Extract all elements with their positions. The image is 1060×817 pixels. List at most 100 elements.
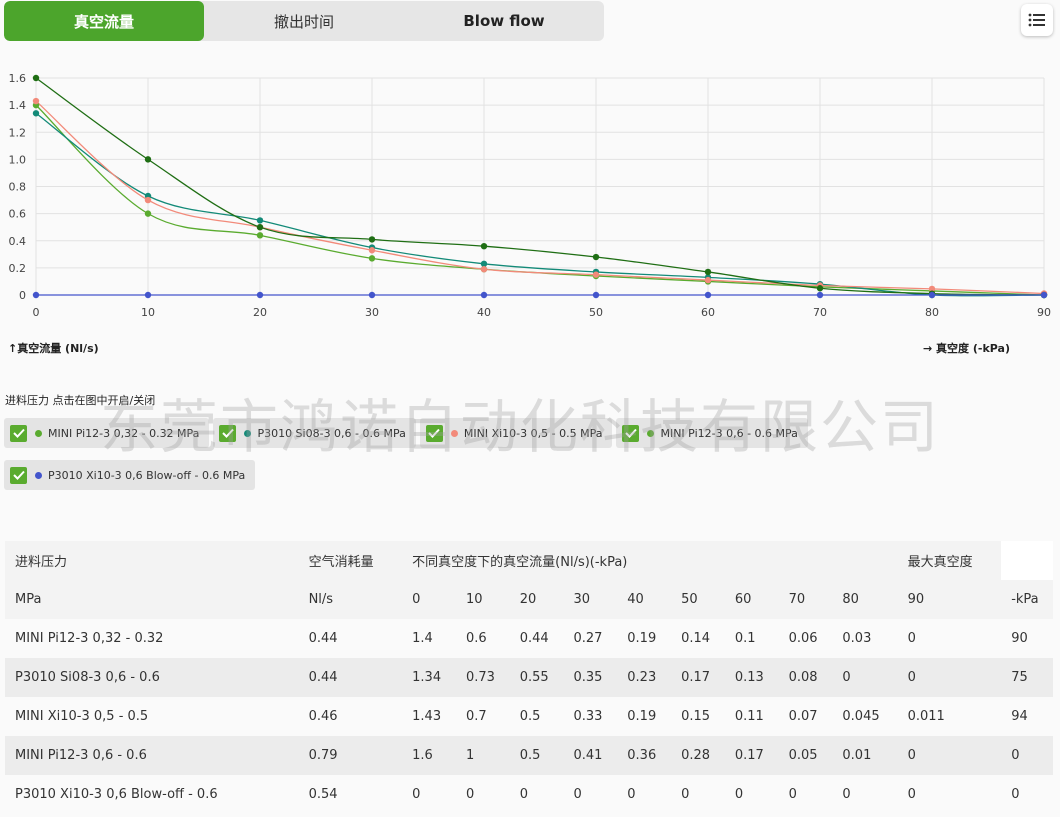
legend-item[interactable]: P3010 Xi10-3 0,6 Blow-off - 0.6 MPa — [4, 460, 256, 490]
checkbox-icon[interactable] — [425, 424, 443, 442]
y-tick-label: 1.0 — [9, 153, 27, 166]
table-cell: 0.41 — [573, 748, 603, 763]
series-line — [35, 104, 1045, 296]
x-tick-label: 10 — [141, 306, 155, 319]
series-color-dot — [244, 429, 252, 437]
legend-item[interactable]: MINI Pi12-3 0,32 - 0.32 MPa — [4, 418, 210, 448]
chart-menu-button[interactable] — [1021, 4, 1053, 36]
data-point — [592, 253, 600, 261]
table-unit-cell: 30 — [573, 592, 591, 607]
table-cell: 0.17 — [681, 670, 711, 685]
checkbox-icon[interactable] — [622, 424, 640, 442]
x-tick-label: 0 — [33, 306, 40, 319]
table-cell: P3010 Xi10-3 0,6 Blow-off - 0.6 — [15, 787, 218, 802]
table-cell: 0 — [907, 787, 916, 802]
legend-item[interactable]: MINI Xi10-3 0,5 - 0.5 MPa — [419, 418, 613, 448]
y-axis-label: ↑真空流量 (Nl/s) — [8, 342, 99, 355]
series-color-dot — [35, 471, 42, 479]
table-cell: 0.06 — [788, 631, 818, 646]
data-point — [704, 291, 712, 299]
data-point — [368, 291, 376, 299]
chart-legend: MINI Pi12-3 0,32 - 0.32 MPa P3010 Si08-3… — [4, 418, 884, 502]
checkbox-icon[interactable] — [219, 424, 237, 442]
legend-label: P3010 Xi10-3 0,6 Blow-off - 0.6 MPa — [48, 468, 246, 482]
table-cell: 1.34 — [412, 670, 442, 685]
tab-vacuum-flow[interactable]: 真空流量 — [4, 1, 204, 41]
table-cell: 0.79 — [308, 748, 338, 763]
table-row: MINI Xi10-3 0,5 - 0.5 0.46 1.43 0.7 0.5 0.33 0… — [5, 697, 1053, 736]
table-cell: MINI Pi12-3 0,32 - 0.32 — [15, 631, 164, 646]
x-tick-label: 60 — [701, 306, 715, 319]
table-cell: 1.4 — [412, 631, 433, 646]
data-point — [592, 271, 600, 278]
table-cell: 94 — [1011, 709, 1028, 724]
data-point — [144, 156, 152, 163]
x-tick-label: 70 — [813, 306, 827, 319]
x-tick-label: 80 — [925, 306, 939, 319]
col-header-pressure: 进料压力 — [15, 555, 68, 570]
x-axis-ticks: 0 10 20 30 40 50 60 70 80 90 — [33, 306, 1052, 319]
table-cell: 0.5 — [519, 748, 541, 763]
table-cell: 0 — [734, 787, 744, 802]
table-cell: 90 — [1011, 631, 1028, 646]
legend-label: MINI Pi12-3 0,32 - 0.32 MPa — [48, 426, 200, 440]
table-cell: 0 — [681, 787, 690, 802]
checkbox-icon[interactable] — [10, 466, 27, 484]
legend-title: 进料压力 点击在图中开启/关闭 — [5, 394, 156, 407]
legend-item[interactable]: P3010 Si08-3 0,6 - 0.6 MPa — [213, 418, 416, 448]
checkbox-icon[interactable] — [10, 424, 27, 442]
legend-item[interactable]: MINI Pi12-3 0,6 - 0.6 MPa — [616, 418, 808, 448]
table-cell: 0.73 — [465, 670, 495, 685]
col-header-blank — [1001, 541, 1053, 580]
table-cell: 0 — [627, 787, 636, 802]
x-tick-label: 90 — [1037, 306, 1051, 319]
tab-blow-flow[interactable]: Blow flow — [404, 1, 604, 41]
table-row: P3010 Si08-3 0,6 - 0.6 0.44 1.34 0.73 0.55 0.… — [5, 658, 1053, 697]
table-unit-cell: 10 — [465, 592, 483, 607]
table-cell: 0.44 — [308, 631, 338, 646]
data-point — [704, 276, 712, 284]
data-point — [480, 291, 488, 299]
legend-label: MINI Pi12-3 0,6 - 0.6 MPa — [660, 426, 798, 440]
data-point — [368, 236, 376, 243]
table-cell: 0.7 — [465, 709, 487, 724]
table-cell: P3010 Si08-3 0,6 - 0.6 — [15, 670, 160, 685]
series-line — [35, 100, 1045, 295]
data-point — [256, 232, 264, 239]
table-cell: 0 — [907, 748, 916, 763]
table-cell: 0.045 — [842, 709, 880, 724]
table-cell: 0 — [519, 787, 528, 802]
y-tick-label: 1.4 — [9, 99, 27, 112]
y-tick-label: 0 — [19, 289, 26, 302]
table-cell: 0 — [842, 670, 851, 685]
chart-tabs: 真空流量 撤出时间 Blow flow — [4, 1, 604, 41]
x-tick-label: 40 — [477, 306, 491, 319]
y-tick-label: 1.6 — [9, 72, 27, 85]
y-tick-label: 0.6 — [9, 208, 27, 221]
table-unit-cell: 40 — [627, 592, 644, 607]
data-point — [592, 291, 600, 299]
table-unit-row: MPa Nl/s 0 10 20 30 40 50 60 70 80 90 -kPa — [5, 580, 1053, 619]
tab-evacuation-time[interactable]: 撤出时间 — [204, 1, 404, 41]
data-point — [368, 255, 376, 262]
table-cell: 0.27 — [573, 631, 603, 646]
table-unit-cell: 70 — [788, 592, 806, 607]
data-point — [480, 266, 488, 273]
table-cell: 0 — [842, 787, 851, 802]
table-row: P3010 Xi10-3 0,6 Blow-off - 0.6 0.54 0 0 0 0 0… — [5, 775, 1053, 814]
col-header-flow-by-vacuum: 不同真空度下的真空流量(Nl/s)(-kPa) — [412, 555, 628, 570]
table-unit-cell: Nl/s — [308, 592, 334, 607]
table-cell: 0 — [1011, 748, 1020, 763]
table-cell: 0.1 — [734, 631, 756, 646]
table-cell: 0.28 — [681, 748, 711, 763]
data-point — [32, 97, 40, 105]
series-color-dot — [35, 429, 42, 437]
table-cell: 0.44 — [519, 631, 549, 646]
table-cell: 0 — [573, 787, 582, 802]
data-point — [704, 268, 712, 276]
data-point — [1040, 291, 1048, 299]
table-cell: 0.55 — [519, 670, 549, 685]
table-cell: 0.11 — [734, 709, 764, 724]
table-cell: 0.15 — [681, 709, 711, 724]
table-body: MINI Pi12-3 0,32 - 0.32 0.44 1.4 0.6 0.44 0.2… — [5, 619, 1053, 814]
